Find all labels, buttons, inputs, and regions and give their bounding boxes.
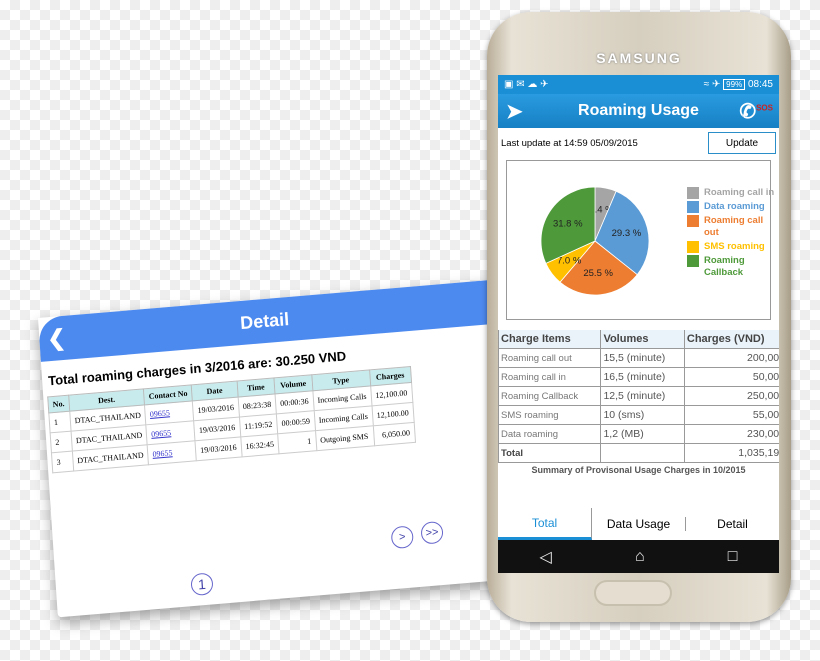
contact-link[interactable]: 09655 [152,448,173,459]
legend-label: SMS roaming [704,241,765,252]
phone-screen: ▣ ✉ ☁ ✈ ≈ ✈ 99% 08:45 ➤ Roaming Usage ✆S… [498,75,779,573]
column-header: Volumes [600,330,685,349]
table-cell: 55,000 [683,405,779,425]
app-bar: ➤ Roaming Usage ✆SOS [498,94,779,128]
legend-swatch [687,241,699,253]
legend-item: Roaming call in [687,187,776,199]
table-cell: 19/03/2016 [195,436,242,461]
home-nav-icon[interactable]: ⌂ [635,548,645,566]
table-cell: 250,000 [683,386,779,406]
chart-legend: Roaming call in Data roaming Roaming call … [687,187,776,281]
tab-detail[interactable]: Detail [686,517,779,531]
next-page-button[interactable]: > [390,525,414,550]
column-header: No. [47,395,70,413]
table-cell: SMS roaming [498,405,602,425]
android-nav-bar: ◁ ⌂ □ [498,540,779,573]
table-cell: 16,5 (minute) [600,367,685,387]
table-row: Roaming call in16,5 (minute)50,000 [498,367,779,387]
airplane-icon: ✈ [712,79,721,90]
table-cell: 10 (sms) [600,405,685,425]
status-bar: ▣ ✉ ☁ ✈ ≈ ✈ 99% 08:45 [498,75,779,94]
table-cell: 12,5 (minute) [600,386,685,406]
slice-label: 29.3 % [612,228,642,239]
table-cell: 3 [51,451,74,473]
table-row: Total 1,035,191 [498,443,779,463]
table-cell: 230,000 [683,424,779,444]
clock: 08:45 [747,79,773,90]
tab-total[interactable]: Total [498,508,592,540]
table-cell: Data roaming [498,424,602,444]
legend-label: Roaming call out [704,215,764,238]
slice-label: 25.5 % [583,268,613,279]
legend-swatch [687,187,699,199]
back-nav-icon[interactable]: ◁ [540,547,552,567]
table-cell: Outgoing SMS [315,425,375,451]
detail-card: ❮ Detail Total roaming charges in 3/2016… [38,280,509,618]
last-page-button[interactable]: >> [420,520,444,545]
column-header: Charges (VND) [683,330,779,349]
table-row: Roaming call out15,5 (minute)200,000 [498,348,779,368]
detail-title: Detail [239,309,290,334]
legend-label: Data roaming [704,201,765,212]
table-cell: 50,000 [683,367,779,387]
tab-bar: Total Data Usage Detail [498,508,779,540]
table-row: Data roaming1,2 (MB)230,000 [498,424,779,444]
table-cell: Roaming call out [498,348,602,368]
tab-data-usage[interactable]: Data Usage [592,517,686,531]
table-cell: 1 [48,411,71,433]
legend-item: Roaming call out [687,215,776,239]
brand-logo: SAMSUNG [596,50,682,66]
phone: SAMSUNG ▣ ✉ ☁ ✈ ≈ ✈ 99% 08:45 ➤ Roaming … [487,12,791,622]
wifi-icon: ≈ [703,79,710,90]
home-button[interactable] [594,580,672,606]
table-footer: Summary of Provisonal Usage Charges in 1… [531,465,746,475]
charges-table: Charge Items Volumes Charges (VND) Roaming … [498,330,779,463]
sos-phone-icon[interactable]: ✆SOS [739,99,773,124]
table-cell: 1 [277,430,317,454]
paper-plane-icon[interactable]: ➤ [506,99,523,124]
table-cell: 16:32:45 [240,433,280,457]
back-icon[interactable]: ❮ [46,316,67,361]
contact-link[interactable]: 09655 [151,428,172,439]
table-cell: 200,000 [683,348,779,368]
table-cell: Roaming Callback [498,386,602,406]
table-cell: 1,2 (MB) [600,424,685,444]
table-cell: 1,035,191 [683,443,779,463]
table-cell: Total [498,443,602,463]
table-cell: 2 [50,431,73,453]
pie-chart: 6.4 % 29.3 % 25.5 % 7.0 % 31.8 % Roaming cal… [506,160,774,320]
table-row: SMS roaming10 (sms)55,000 [498,405,779,425]
column-header: Charge Items [498,330,602,349]
table-row: Roaming Callback12,5 (minute)250,000 [498,386,779,406]
notification-icons: ▣ ✉ ☁ ✈ [504,79,549,90]
last-update: Last update at 14:59 05/09/2015 [501,137,638,149]
legend-swatch [687,255,699,267]
table-cell [600,443,685,463]
legend-label: Roaming call in [704,187,775,198]
legend-item: SMS roaming [687,241,776,253]
page-number[interactable]: 1 [190,572,214,597]
app-title: Roaming Usage [578,102,699,119]
table-cell: 09655 [147,440,197,465]
table-cell: 6,050.00 [372,422,416,446]
contact-link[interactable]: 09655 [150,408,171,419]
legend-label: Roaming Callback [704,255,745,278]
update-button[interactable]: Update [708,132,776,154]
battery: 99% [723,79,746,90]
recents-nav-icon[interactable]: □ [728,548,738,566]
slice-label: 31.8 % [553,218,583,229]
legend-swatch [687,215,699,227]
table-cell: Roaming call in [498,367,602,387]
table-cell: 15,5 (minute) [600,348,685,368]
legend-item: Roaming Callback [687,255,776,279]
slice-label: 7.0 % [557,256,582,267]
legend-swatch [687,201,699,213]
legend-item: Data roaming [687,201,776,213]
